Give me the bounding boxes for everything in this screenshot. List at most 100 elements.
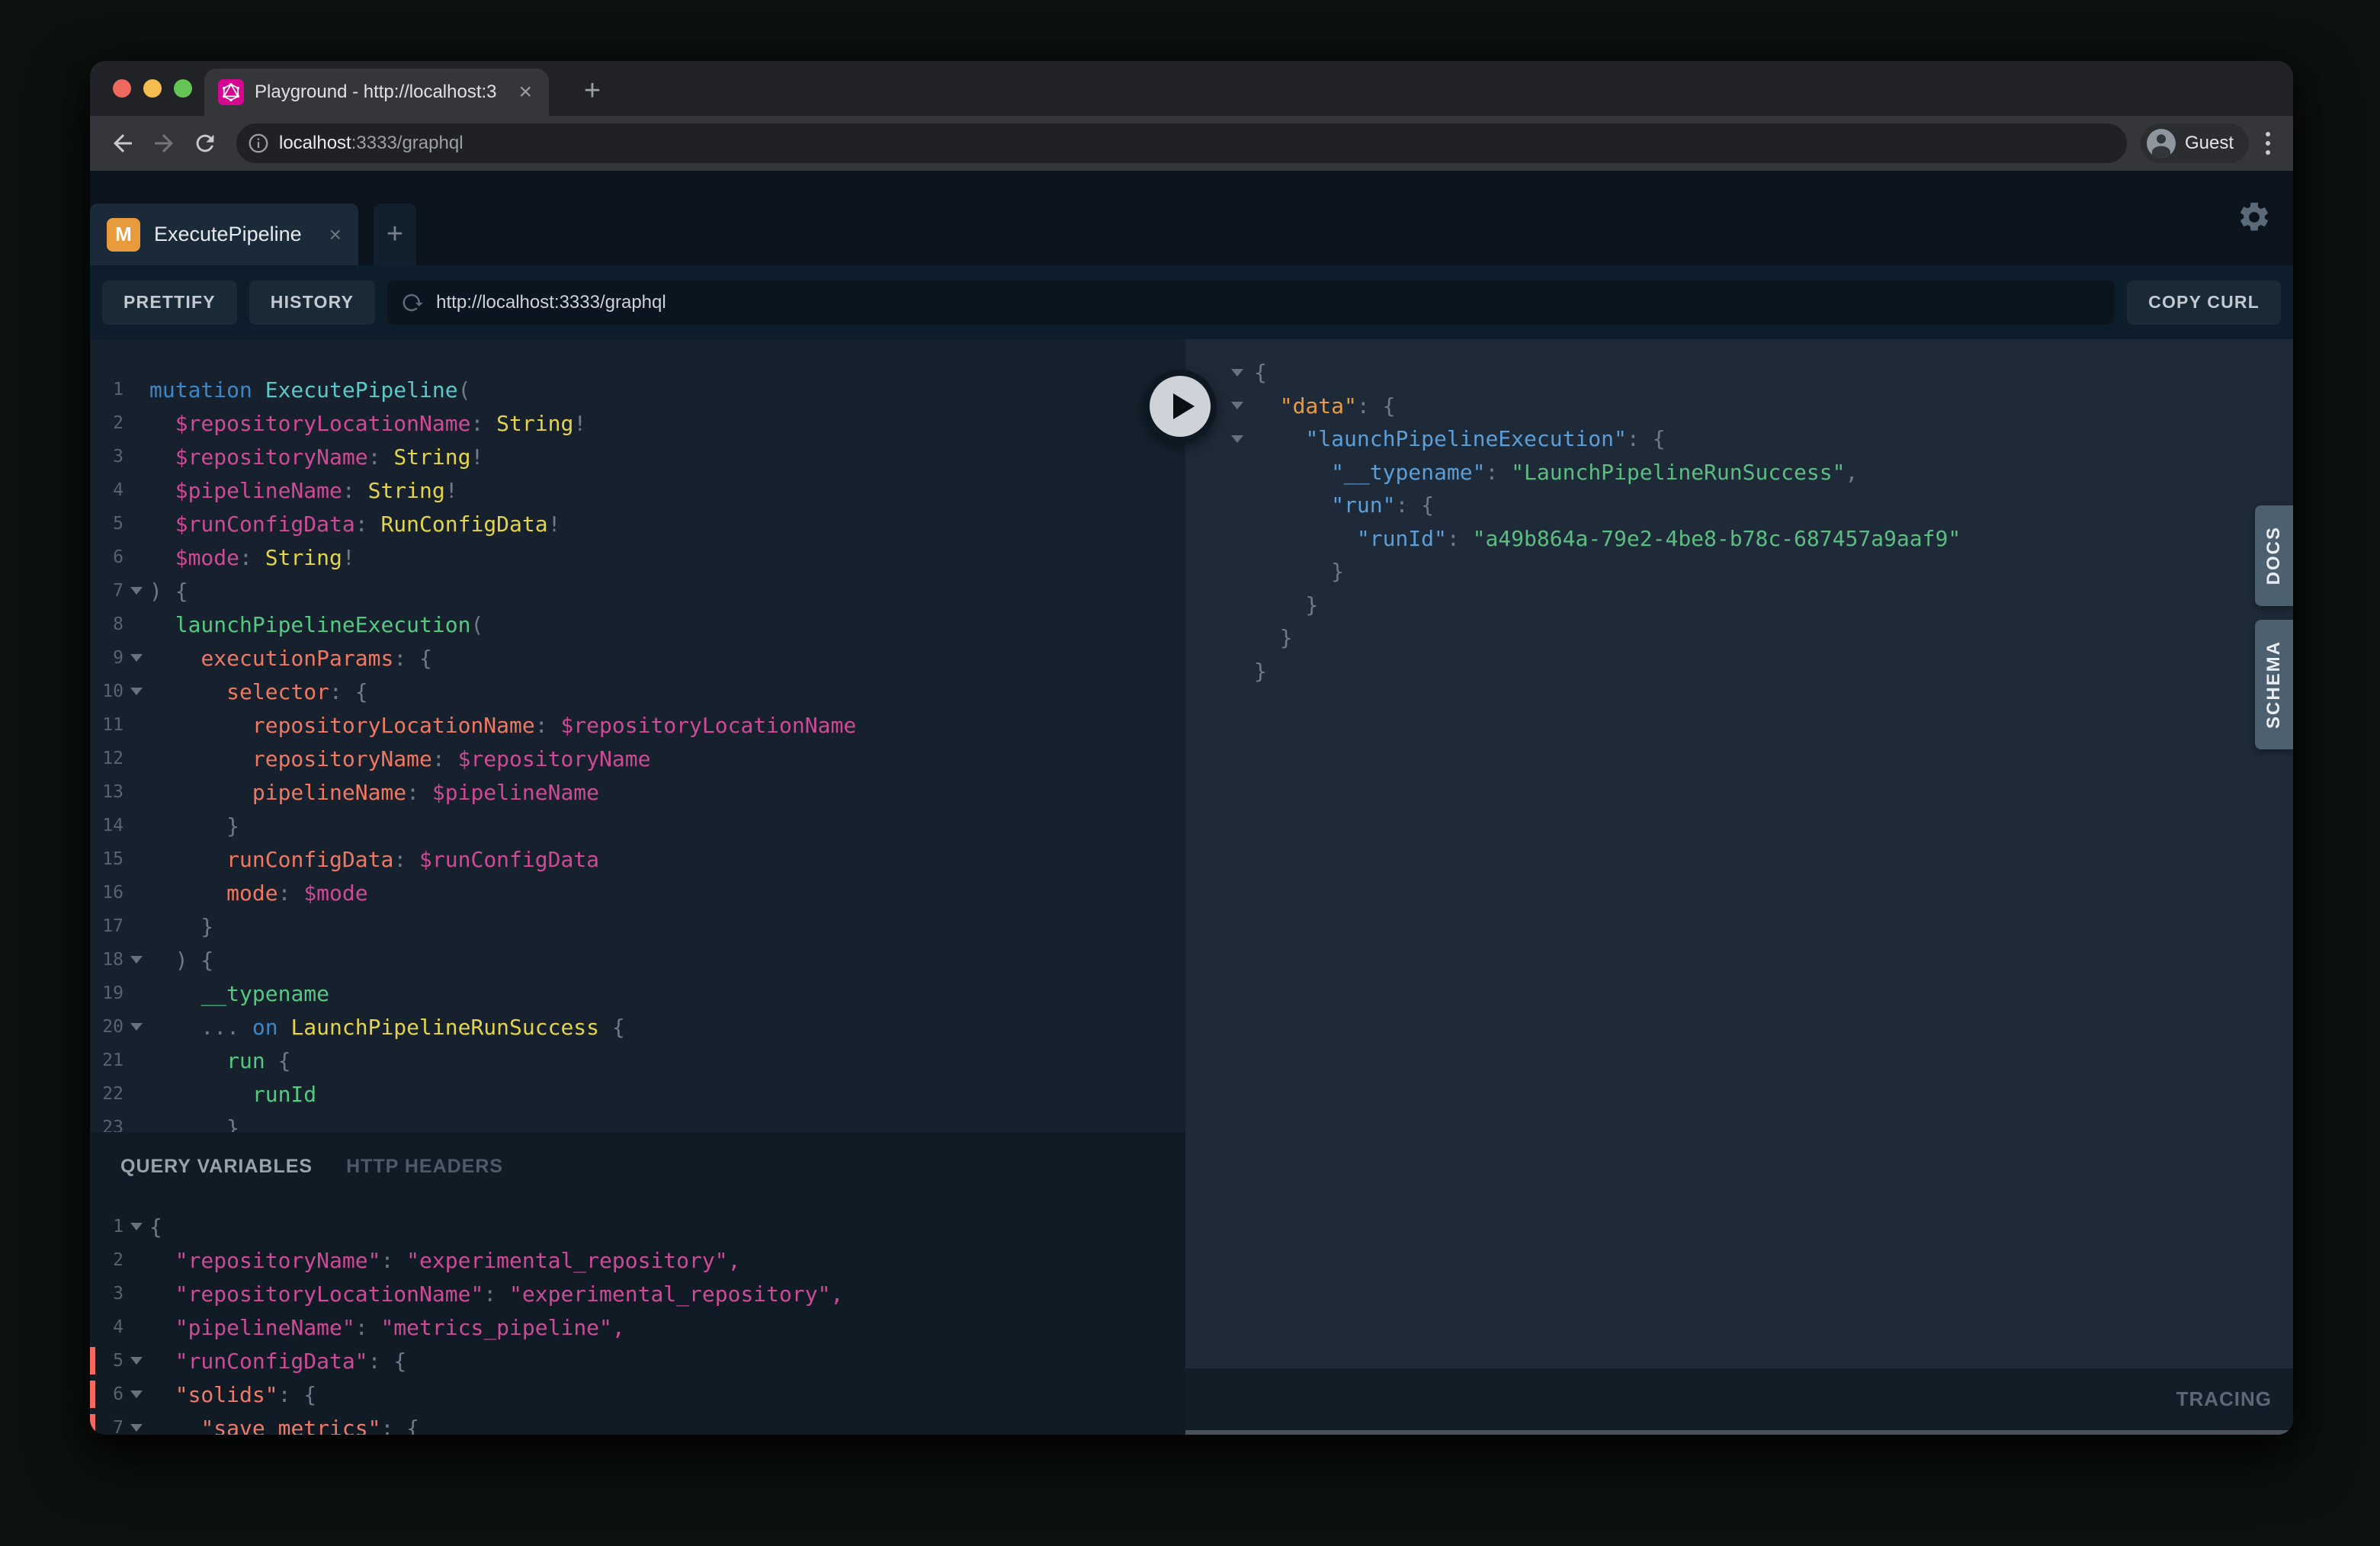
line-number: 1 <box>90 380 123 399</box>
line-number: 10 <box>90 682 123 701</box>
fold-caret-icon[interactable] <box>130 1023 143 1031</box>
line-number: 5 <box>90 514 123 534</box>
code-line: 14 } <box>90 809 1185 842</box>
graphql-playground: M ExecutePipeline × + PRETTIFY HISTORY h… <box>90 171 2293 1435</box>
query-editor[interactable]: 1mutation ExecutePipeline(2 $repositoryL… <box>90 339 1185 1132</box>
code-line: 6 $mode: String! <box>90 540 1185 574</box>
forward-icon[interactable] <box>146 126 181 161</box>
fold-caret-icon[interactable] <box>1231 369 1243 377</box>
code-line: "runId": "a49b864a-79e2-4be8-b78c-687457… <box>1185 522 2293 556</box>
line-number: 2 <box>90 413 123 433</box>
code-line: 1{ <box>90 1210 1185 1243</box>
code-line: 3 "repositoryLocationName": "experimenta… <box>90 1277 1185 1310</box>
tracing-bar: TRACING <box>1185 1368 2293 1430</box>
line-number: 6 <box>90 547 123 567</box>
variables-editor[interactable]: 1{2 "repositoryName": "experimental_repo… <box>90 1190 1185 1435</box>
new-session-button[interactable]: + <box>374 204 416 265</box>
fold-caret-icon[interactable] <box>130 587 143 595</box>
line-number: 13 <box>90 782 123 802</box>
code-line: } <box>1185 555 2293 589</box>
code-line: 5 "runConfigData": { <box>90 1344 1185 1378</box>
code-line: 8 launchPipelineExecution( <box>90 608 1185 641</box>
line-number: 1 <box>90 1217 123 1236</box>
fold-caret-icon[interactable] <box>130 1424 143 1432</box>
fold-caret-icon[interactable] <box>130 1223 143 1230</box>
code-line: 23 } <box>90 1111 1185 1132</box>
copy-curl-button[interactable]: COPY CURL <box>2127 281 2281 325</box>
fold-caret-icon[interactable] <box>1231 435 1243 443</box>
back-icon[interactable] <box>105 126 140 161</box>
code-line: "__typename": "LaunchPipelineRunSuccess"… <box>1185 456 2293 489</box>
code-line: 4 "pipelineName": "metrics_pipeline", <box>90 1310 1185 1344</box>
minimize-window-button[interactable] <box>143 79 162 98</box>
line-number: 3 <box>90 1284 123 1304</box>
fold-caret-icon[interactable] <box>130 1357 143 1365</box>
line-number: 15 <box>90 849 123 869</box>
endpoint-input[interactable]: http://localhost:3333/graphql <box>387 281 2115 325</box>
line-number: 7 <box>90 581 123 601</box>
code-line: } <box>1185 621 2293 655</box>
docs-side-tab[interactable]: DOCS <box>2255 505 2293 606</box>
code-line: "run": { <box>1185 489 2293 522</box>
response-pane: { "data": { "launchPipelineExecution": {… <box>1185 339 2293 1435</box>
playground-toolbar: PRETTIFY HISTORY http://localhost:3333/g… <box>90 265 2293 339</box>
line-number: 6 <box>90 1384 123 1404</box>
code-line: 20 ... on LaunchPipelineRunSuccess { <box>90 1010 1185 1044</box>
avatar-icon <box>2147 129 2176 158</box>
session-tab-close-icon[interactable]: × <box>329 223 342 247</box>
schema-side-tab[interactable]: SCHEMA <box>2255 620 2293 749</box>
line-number: 23 <box>90 1118 123 1132</box>
variables-section: QUERY VARIABLES HTTP HEADERS 1{2 "reposi… <box>90 1132 1185 1435</box>
browser-tabstrip: Playground - http://localhost:3 × + <box>90 61 2293 116</box>
reload-icon[interactable] <box>188 126 223 161</box>
bottom-edge <box>1185 1430 2293 1435</box>
settings-gear-icon[interactable] <box>2237 200 2272 239</box>
code-line: 12 repositoryName: $repositoryName <box>90 742 1185 775</box>
code-line: 22 runId <box>90 1077 1185 1111</box>
line-number: 19 <box>90 983 123 1003</box>
code-line: "launchPipelineExecution": { <box>1185 422 2293 456</box>
session-tab-executepipeline[interactable]: M ExecutePipeline × <box>90 204 358 265</box>
fold-caret-icon[interactable] <box>130 956 143 964</box>
code-line: 10 selector: { <box>90 675 1185 708</box>
graphql-favicon-icon <box>218 79 244 105</box>
editor-split: 1mutation ExecutePipeline(2 $repositoryL… <box>90 339 2293 1435</box>
line-number: 11 <box>90 715 123 735</box>
fold-caret-icon[interactable] <box>130 688 143 695</box>
zoom-window-button[interactable] <box>174 79 192 98</box>
prettify-button[interactable]: PRETTIFY <box>102 281 237 325</box>
execute-button[interactable] <box>1143 370 1217 443</box>
endpoint-url: http://localhost:3333/graphql <box>436 292 666 313</box>
line-number: 21 <box>90 1050 123 1070</box>
code-line: 6 "solids": { <box>90 1378 1185 1411</box>
line-number: 5 <box>90 1351 123 1371</box>
code-line: 11 repositoryLocationName: $repositoryLo… <box>90 708 1185 742</box>
tab-http-headers[interactable]: HTTP HEADERS <box>346 1156 503 1178</box>
address-bar[interactable]: localhost:3333/graphql <box>236 123 2127 163</box>
fold-caret-icon[interactable] <box>1231 402 1243 409</box>
browser-menu-icon[interactable] <box>2266 132 2270 155</box>
line-number: 2 <box>90 1250 123 1270</box>
code-line: 1mutation ExecutePipeline( <box>90 373 1185 406</box>
code-line: "data": { <box>1185 390 2293 423</box>
site-info-icon[interactable] <box>247 132 270 155</box>
new-tab-button[interactable]: + <box>575 73 610 108</box>
profile-button[interactable]: Guest <box>2141 123 2249 163</box>
browser-tab[interactable]: Playground - http://localhost:3 × <box>204 69 549 116</box>
code-line: 7 "save_metrics": { <box>90 1411 1185 1435</box>
tab-query-variables[interactable]: QUERY VARIABLES <box>120 1156 313 1178</box>
history-button[interactable]: HISTORY <box>249 281 375 325</box>
line-number: 3 <box>90 447 123 467</box>
tracing-toggle[interactable]: TRACING <box>2176 1387 2272 1411</box>
fold-caret-icon[interactable] <box>130 654 143 662</box>
code-line: 16 mode: $mode <box>90 876 1185 909</box>
fold-caret-icon[interactable] <box>130 1390 143 1398</box>
line-number: 22 <box>90 1084 123 1104</box>
browser-tab-close-icon[interactable]: × <box>515 81 535 104</box>
code-line: 15 runConfigData: $runConfigData <box>90 842 1185 876</box>
browser-window: Playground - http://localhost:3 × + loca… <box>90 61 2293 1435</box>
url-host: localhost <box>279 133 351 153</box>
code-line: 21 run { <box>90 1044 1185 1077</box>
close-window-button[interactable] <box>113 79 131 98</box>
code-line: 17 } <box>90 909 1185 943</box>
